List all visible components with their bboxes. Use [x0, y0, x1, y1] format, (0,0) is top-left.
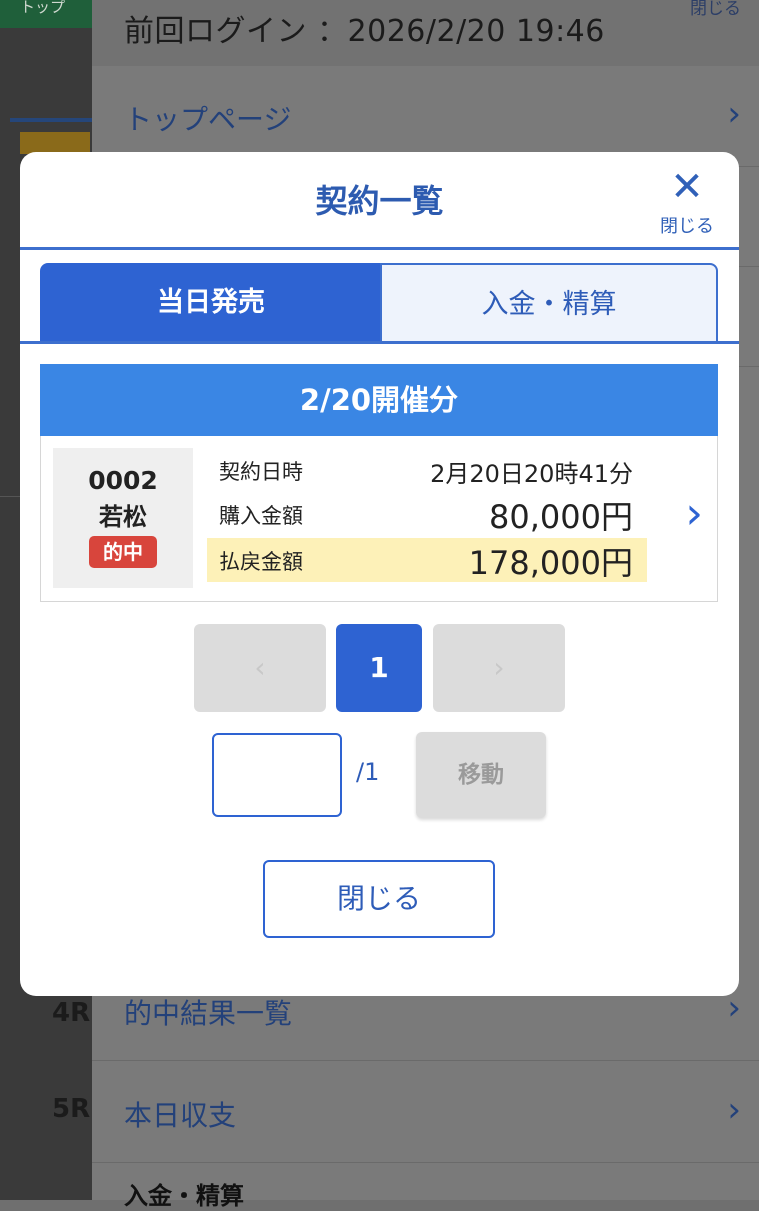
hit-status-badge: 的中 [89, 536, 157, 568]
modal-title: 契約一覧 [315, 182, 444, 220]
date-header: 2/20開催分 [40, 364, 718, 436]
purchase-amount-value: 80,000円 [489, 498, 633, 536]
chevron-right-icon: › [727, 1090, 741, 1130]
contract-datetime-line: 契約日時 2月20日20時41分 [207, 448, 647, 492]
contract-row[interactable]: 0002 若松 的中 契約日時 2月20日20時41分 購入金額 80,000円… [40, 436, 718, 602]
venue-code: 0002 [88, 466, 158, 495]
chevron-right-icon[interactable]: › [685, 488, 703, 539]
tab-deposit-settlement[interactable]: 入金・精算 [380, 263, 718, 343]
chevron-right-icon: › [493, 651, 505, 684]
background-top-tab: トップ [0, 0, 92, 28]
tab-divider [20, 341, 739, 344]
page-total-label: /1 [356, 758, 380, 786]
menu-item-label: 本日収支 [124, 1099, 237, 1132]
payout-amount-line: 払戻金額 178,000円 [207, 538, 647, 582]
tab-bar: 当日発売 入金・精算 [40, 263, 718, 343]
background-divider [10, 118, 92, 122]
background-race-label: 5R [52, 1094, 91, 1124]
last-login-text: 前回ログイン ：2026/2/20 19:46 [124, 14, 605, 49]
title-divider [20, 247, 739, 250]
move-button[interactable]: 移動 [416, 732, 546, 818]
modal-close-button[interactable]: ✕ 閉じる [655, 164, 719, 238]
chevron-right-icon: › [727, 94, 741, 134]
purchase-amount-label: 購入金額 [219, 504, 303, 528]
payout-amount-value: 178,000円 [468, 544, 633, 582]
tab-same-day-sale[interactable]: 当日発売 [40, 263, 382, 343]
payout-amount-label: 払戻金額 [219, 550, 303, 574]
purchase-amount-line: 購入金額 80,000円 [207, 492, 647, 536]
background-race-label: 4R [52, 998, 91, 1028]
close-button[interactable]: 閉じる [263, 860, 495, 938]
modal-close-label: 閉じる [660, 216, 714, 237]
venue-name: 若松 [99, 503, 147, 531]
prev-page-button[interactable]: ‹ [194, 624, 326, 712]
contract-datetime-label: 契約日時 [219, 460, 303, 484]
background-badge [20, 132, 90, 154]
close-icon: ✕ [670, 164, 704, 210]
contract-list-modal: 契約一覧 ✕ 閉じる 当日発売 入金・精算 2/20開催分 0002 若松 的中… [20, 152, 739, 996]
next-page-button[interactable]: › [433, 624, 565, 712]
menu-section-heading: 入金・精算 [124, 1182, 244, 1210]
contract-datetime-value: 2月20日20時41分 [430, 460, 633, 488]
pagination: ‹ 1 › [194, 624, 566, 712]
menu-item-label: トップページ [124, 103, 292, 136]
menu-item-today-balance[interactable]: 本日収支 › [92, 1062, 759, 1163]
menu-item-label: 的中結果一覧 [124, 997, 293, 1030]
venue-box: 0002 若松 的中 [53, 448, 193, 588]
chevron-left-icon: ‹ [254, 651, 266, 684]
page-jump-input[interactable] [212, 733, 342, 817]
page-1-button[interactable]: 1 [336, 624, 422, 712]
menu-close-button[interactable]: 閉じる [690, 0, 741, 19]
